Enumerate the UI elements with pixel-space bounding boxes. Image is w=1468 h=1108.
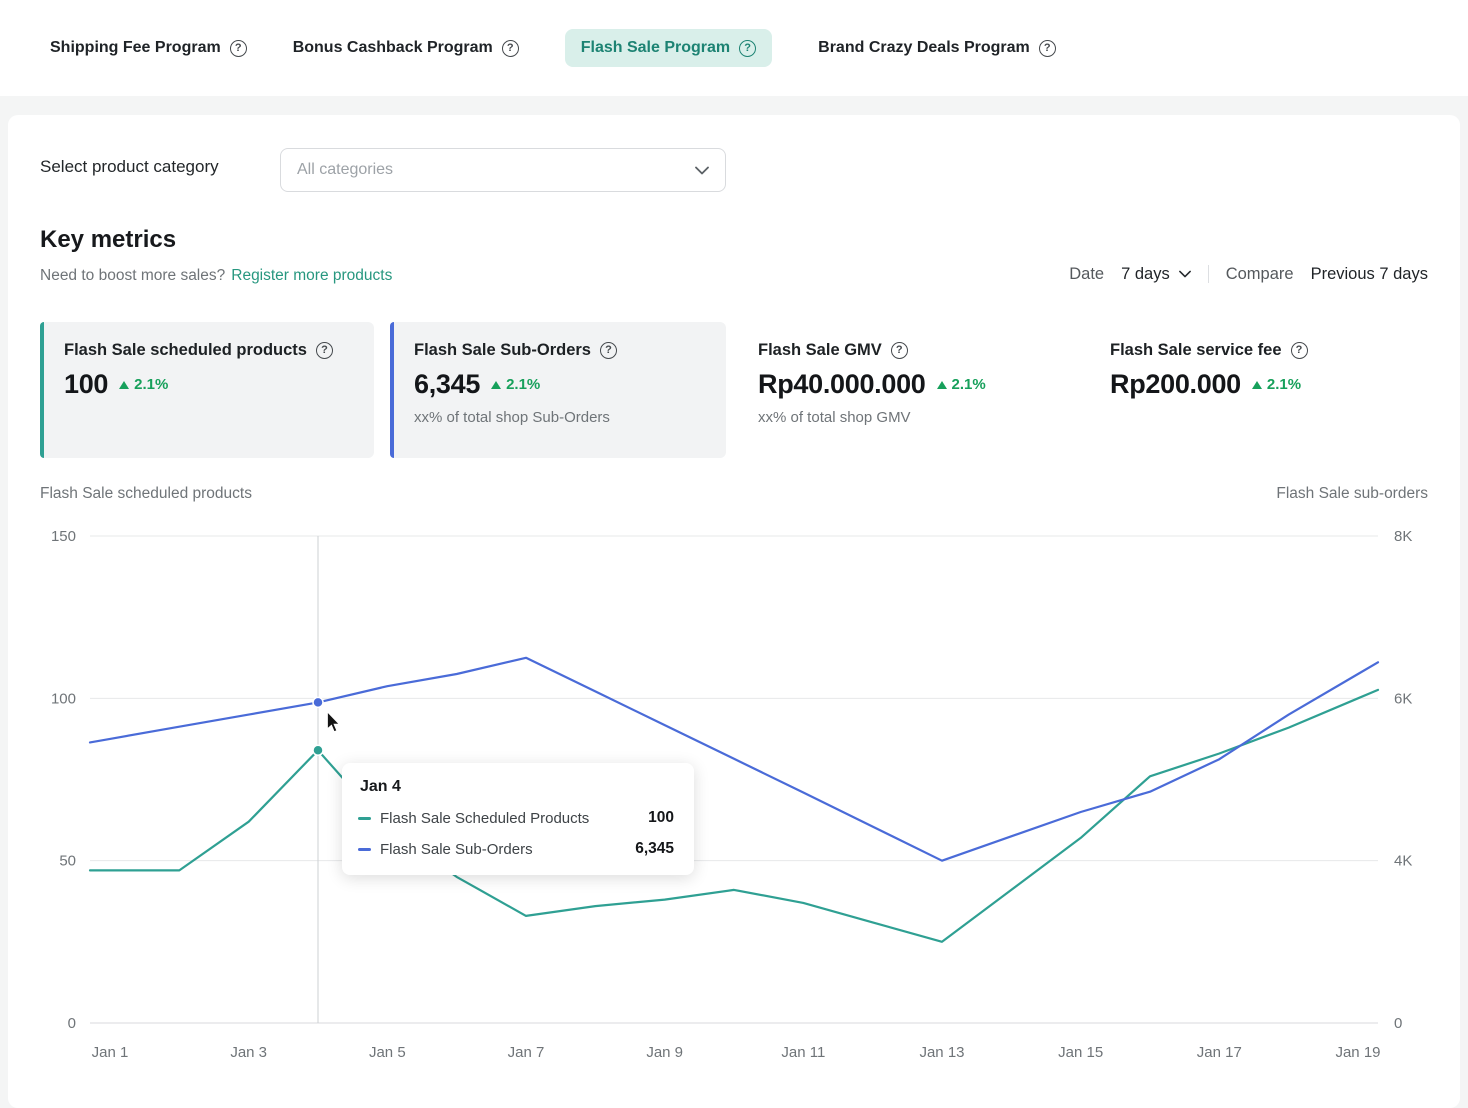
metric-title: Flash Sale GMV: [758, 341, 882, 360]
metric-delta: 2.1%: [937, 376, 986, 393]
line-chart[interactable]: 150 8K 100 6K 50 4K 0 0 Jan 1 Jan 3 Jan 5 Jan 7 Jan …: [8, 520, 1460, 1108]
metric-title: Flash Sale service fee: [1110, 341, 1282, 360]
date-label: Date: [1069, 265, 1104, 284]
category-filter-label: Select product category: [40, 157, 219, 177]
compare-label: Compare: [1226, 265, 1294, 284]
tab-label: Brand Crazy Deals Program: [818, 39, 1030, 57]
svg-text:Jan 5: Jan 5: [369, 1044, 406, 1061]
arrow-up-icon: [1252, 381, 1262, 389]
metric-delta: 2.1%: [491, 376, 540, 393]
card-accent-bar: [40, 322, 44, 458]
tab-bonus-cashback-program[interactable]: Bonus Cashback Program ?: [293, 29, 519, 67]
subtitle-text: Need to boost more sales?: [40, 267, 225, 285]
help-icon[interactable]: ?: [1291, 342, 1308, 359]
tab-label: Bonus Cashback Program: [293, 39, 493, 57]
metric-delta: 2.1%: [119, 376, 168, 393]
metric-delta: 2.1%: [1252, 376, 1301, 393]
metric-card-gmv: Flash Sale GMV ? Rp40.000.000 2.1% xx% o…: [758, 322, 1088, 458]
left-axis-title: Flash Sale scheduled products: [40, 485, 252, 503]
program-tab-bar: Shipping Fee Program ? Bonus Cashback Pr…: [0, 0, 1468, 96]
delta-value: 2.1%: [1267, 376, 1301, 393]
metric-value: 100: [64, 369, 108, 400]
metric-card-sub-orders: Flash Sale Sub-Orders ? 6,345 2.1% xx% o…: [390, 322, 726, 458]
date-range-controls: Date 7 days Compare Previous 7 days: [1069, 261, 1428, 287]
svg-text:Jan 17: Jan 17: [1197, 1044, 1242, 1061]
svg-text:0: 0: [68, 1015, 76, 1032]
help-icon[interactable]: ?: [739, 40, 756, 57]
svg-text:Jan 11: Jan 11: [781, 1044, 825, 1061]
svg-text:100: 100: [51, 690, 76, 707]
svg-text:6K: 6K: [1394, 690, 1412, 707]
chevron-down-icon: [695, 166, 709, 175]
svg-text:Jan 19: Jan 19: [1335, 1044, 1380, 1061]
divider: [1208, 265, 1209, 283]
help-icon[interactable]: ?: [230, 40, 247, 57]
help-icon[interactable]: ?: [600, 342, 617, 359]
svg-text:0: 0: [1394, 1015, 1402, 1032]
arrow-up-icon: [119, 381, 129, 389]
key-metrics-title: Key metrics: [40, 226, 176, 254]
tooltip-series-label: Flash Sale Scheduled Products: [380, 810, 589, 827]
tooltip-date: Jan 4: [358, 778, 674, 796]
category-select[interactable]: All categories: [280, 148, 726, 192]
delta-value: 2.1%: [506, 376, 540, 393]
date-range-dropdown[interactable]: 7 days: [1121, 265, 1191, 284]
delta-value: 2.1%: [952, 376, 986, 393]
tooltip-series-label: Flash Sale Sub-Orders: [380, 841, 533, 858]
metric-note: xx% of total shop GMV: [758, 409, 1070, 426]
svg-text:Jan 1: Jan 1: [92, 1044, 129, 1061]
metric-title: Flash Sale scheduled products: [64, 341, 307, 360]
card-accent-bar: [390, 322, 394, 458]
svg-text:Jan 3: Jan 3: [230, 1044, 267, 1061]
date-range-value: 7 days: [1121, 265, 1170, 284]
metric-card-scheduled-products: Flash Sale scheduled products ? 100 2.1%: [40, 322, 374, 458]
svg-text:Jan 13: Jan 13: [919, 1044, 964, 1061]
help-icon[interactable]: ?: [1039, 40, 1056, 57]
metric-note: xx% of total shop Sub-Orders: [414, 409, 708, 426]
arrow-up-icon: [491, 381, 501, 389]
chart-canvas[interactable]: 150 8K 100 6K 50 4K 0 0 Jan 1 Jan 3 Jan 5 Jan 7 Jan …: [8, 520, 1460, 1108]
tab-shipping-fee-program[interactable]: Shipping Fee Program ?: [50, 29, 247, 67]
help-icon[interactable]: ?: [891, 342, 908, 359]
svg-text:Jan 15: Jan 15: [1058, 1044, 1103, 1061]
chevron-down-icon: [1179, 270, 1191, 278]
compare-range-value[interactable]: Previous 7 days: [1311, 265, 1428, 284]
chart-tooltip: Jan 4 Flash Sale Scheduled Products 100 …: [342, 763, 694, 875]
svg-text:Jan 9: Jan 9: [646, 1044, 683, 1061]
metric-card-service-fee: Flash Sale service fee ? Rp200.000 2.1%: [1110, 322, 1440, 458]
mouse-cursor: [326, 711, 341, 738]
tab-brand-crazy-deals-program[interactable]: Brand Crazy Deals Program ?: [818, 29, 1056, 67]
category-select-value: All categories: [297, 161, 695, 179]
tooltip-row: Flash Sale Sub-Orders 6,345: [358, 840, 674, 858]
svg-text:Jan 7: Jan 7: [508, 1044, 545, 1061]
svg-text:50: 50: [59, 853, 76, 870]
svg-text:4K: 4K: [1394, 853, 1412, 870]
tab-label: Flash Sale Program: [581, 39, 730, 57]
metric-title: Flash Sale Sub-Orders: [414, 341, 591, 360]
metric-value: 6,345: [414, 369, 480, 400]
help-icon[interactable]: ?: [316, 342, 333, 359]
metric-value: Rp40.000.000: [758, 369, 926, 400]
right-axis-title: Flash Sale sub-orders: [1276, 485, 1428, 503]
metric-value: Rp200.000: [1110, 369, 1241, 400]
main-panel: Select product category All categories K…: [8, 115, 1460, 1108]
help-icon[interactable]: ?: [502, 40, 519, 57]
tooltip-series-value: 100: [648, 809, 674, 827]
tooltip-row: Flash Sale Scheduled Products 100: [358, 809, 674, 827]
arrow-up-icon: [937, 381, 947, 389]
delta-value: 2.1%: [134, 376, 168, 393]
register-more-products-link[interactable]: Register more products: [231, 267, 392, 285]
key-metrics-subtitle: Need to boost more sales? Register more …: [40, 267, 392, 285]
tooltip-series-value: 6,345: [635, 840, 674, 858]
svg-text:8K: 8K: [1394, 528, 1412, 545]
tab-flash-sale-program[interactable]: Flash Sale Program ?: [565, 29, 772, 67]
series-swatch-icon: [358, 817, 371, 820]
series-swatch-icon: [358, 848, 371, 851]
flash-sale-dashboard: Shipping Fee Program ? Bonus Cashback Pr…: [0, 0, 1468, 1108]
svg-text:150: 150: [51, 528, 76, 545]
tab-label: Shipping Fee Program: [50, 39, 221, 57]
